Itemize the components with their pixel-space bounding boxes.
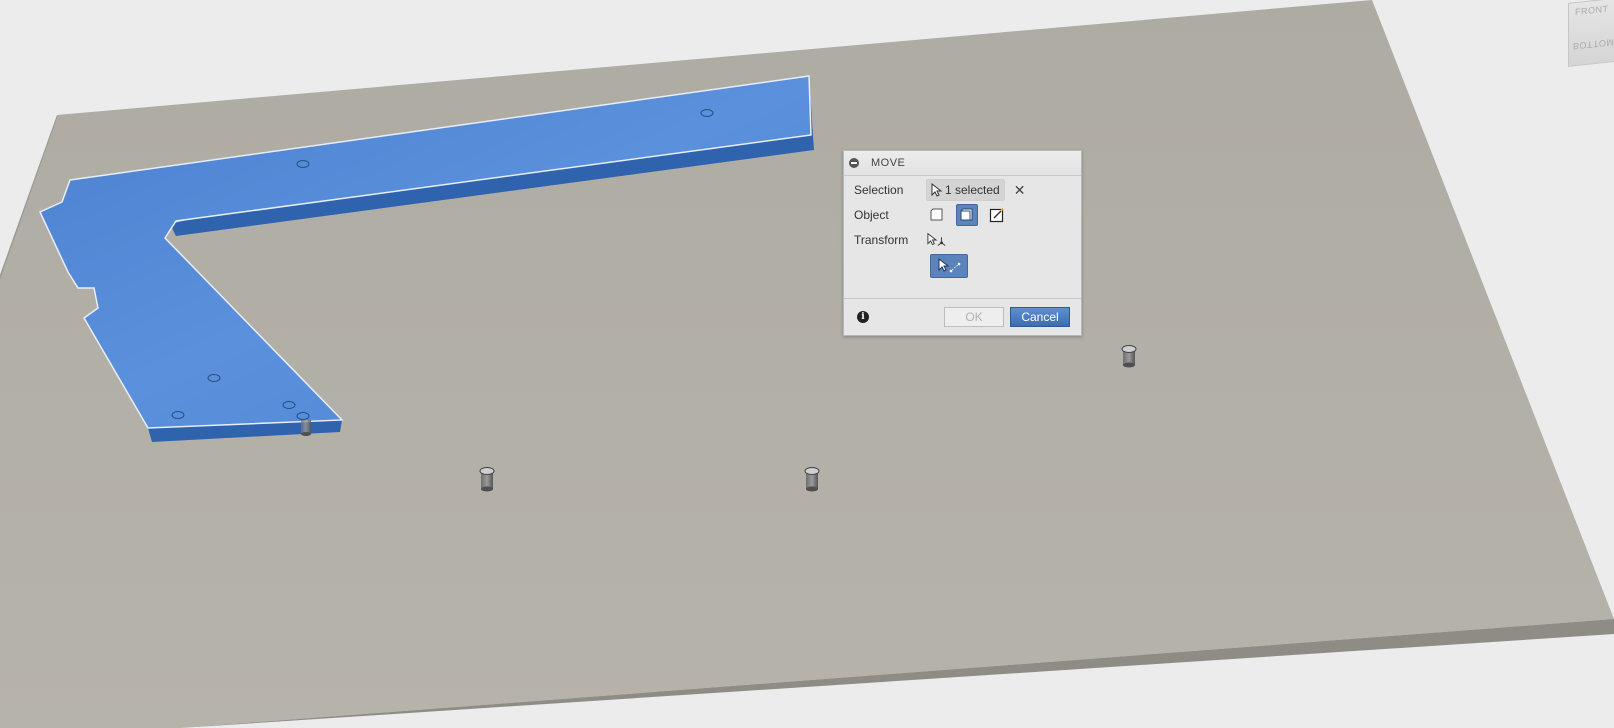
view-cube-bottom-label[interactable]: BOTTOM	[1573, 37, 1614, 51]
point-to-point-icon	[938, 258, 961, 273]
transform-row: Transform	[854, 229, 948, 251]
face-icon	[930, 208, 943, 221]
cursor-icon	[931, 183, 942, 197]
view-cube[interactable]: FRONT BOTTOM	[1568, 0, 1614, 67]
free-move-icon	[927, 232, 946, 246]
object-label: Object	[854, 208, 889, 222]
selection-input[interactable]: 1 selected	[926, 179, 1005, 201]
dialog-footer: i OK Cancel	[844, 298, 1081, 335]
transform-label: Transform	[854, 233, 909, 247]
clear-selection-icon[interactable]: ✕	[1014, 183, 1026, 197]
object-mode-body-button[interactable]	[956, 204, 978, 226]
3d-viewport[interactable]	[0, 0, 1614, 728]
object-row: Object	[854, 204, 1016, 226]
dialog-title: MOVE	[871, 157, 906, 169]
pin[interactable]	[301, 420, 311, 436]
ok-button[interactable]: OK	[944, 307, 1004, 327]
pin[interactable]	[1121, 345, 1137, 368]
info-icon[interactable]: i	[857, 311, 869, 323]
pin[interactable]	[804, 467, 820, 492]
selection-row: Selection 1 selected ✕	[854, 179, 1025, 201]
selection-label: Selection	[854, 183, 904, 197]
selection-value: 1 selected	[945, 183, 1000, 197]
cancel-button[interactable]: Cancel	[1010, 307, 1070, 327]
pin[interactable]	[479, 467, 495, 492]
body-icon	[960, 208, 973, 221]
dialog-header[interactable]: MOVE	[844, 151, 1081, 176]
transform-free-move-button[interactable]	[926, 229, 948, 251]
object-mode-face-button[interactable]	[926, 204, 948, 226]
sketch-icon	[989, 208, 1004, 223]
collapse-icon[interactable]	[849, 158, 859, 168]
object-mode-sketch-button[interactable]	[986, 204, 1008, 226]
view-cube-front-label[interactable]: FRONT	[1575, 4, 1609, 18]
move-dialog: MOVE Selection 1 selected ✕ Object Trans…	[843, 150, 1082, 336]
transform-point-to-point-button[interactable]	[930, 254, 968, 278]
